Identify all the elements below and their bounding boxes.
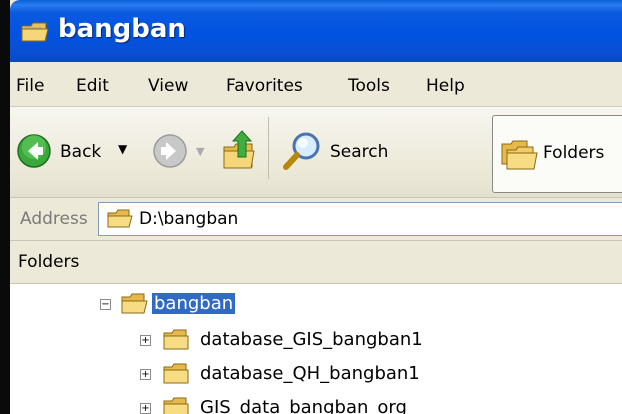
standard-toolbar: Back ▼ ▼ Search Folders [10,107,622,198]
up-folder-icon[interactable] [220,127,260,171]
forward-arrow-icon[interactable] [152,133,188,169]
tree-item[interactable]: + database_GIS_bangban1 [140,328,540,354]
tree-item-root[interactable]: − bangban [100,292,300,318]
folder-icon [163,329,189,350]
desktop-edge [0,0,10,414]
menu-file[interactable]: File [16,76,44,96]
folder-icon [163,363,189,384]
toolbar-separator [268,117,269,179]
folder-icon [107,209,133,228]
folders-label: Folders [543,143,605,163]
forward-dropdown-icon: ▼ [196,145,205,158]
folders-icon [501,140,538,170]
folders-pane-title: Folders [18,252,80,272]
menu-tools[interactable]: Tools [348,76,390,96]
tree-item-label: GIS_data_bangban_org [200,397,407,414]
back-label: Back [60,142,102,162]
address-label: Address [20,209,88,229]
folder-icon [163,397,189,414]
folder-tree: − bangban + database_GIS_bangban1 + data… [10,284,622,414]
address-bar: Address D:\bangban [10,198,622,241]
menu-view[interactable]: View [148,76,188,96]
search-icon [283,132,320,170]
folders-button[interactable]: Folders [492,115,622,193]
expand-toggle-icon[interactable]: + [140,369,151,380]
open-folder-icon [121,293,148,314]
search-label: Search [330,142,389,162]
title-bar[interactable]: bangban [10,0,622,62]
expand-toggle-icon[interactable]: + [140,403,151,414]
expand-toggle-icon[interactable]: + [140,335,151,346]
window-title: bangban [58,14,186,44]
menu-favorites[interactable]: Favorites [226,76,303,96]
folder-window-icon [21,22,49,42]
collapse-toggle-icon[interactable]: − [100,299,111,310]
address-input[interactable]: D:\bangban [98,202,622,236]
address-value: D:\bangban [139,209,239,229]
folders-pane-header: Folders [10,241,622,284]
back-arrow-icon [17,134,51,168]
back-dropdown-icon[interactable]: ▼ [118,142,127,156]
explorer-window: bangban File Edit View Favorites Tools H… [10,0,622,414]
tree-item-label: bangban [152,293,236,314]
tree-item-label: database_GIS_bangban1 [200,329,423,350]
tree-item-label: database_QH_bangban1 [200,363,420,384]
tree-item[interactable]: + database_QH_bangban1 [140,362,540,388]
menu-bar: File Edit View Favorites Tools Help [10,62,622,107]
menu-help[interactable]: Help [426,76,465,96]
tree-item[interactable]: + GIS_data_bangban_org [140,396,540,414]
menu-edit[interactable]: Edit [76,76,109,96]
